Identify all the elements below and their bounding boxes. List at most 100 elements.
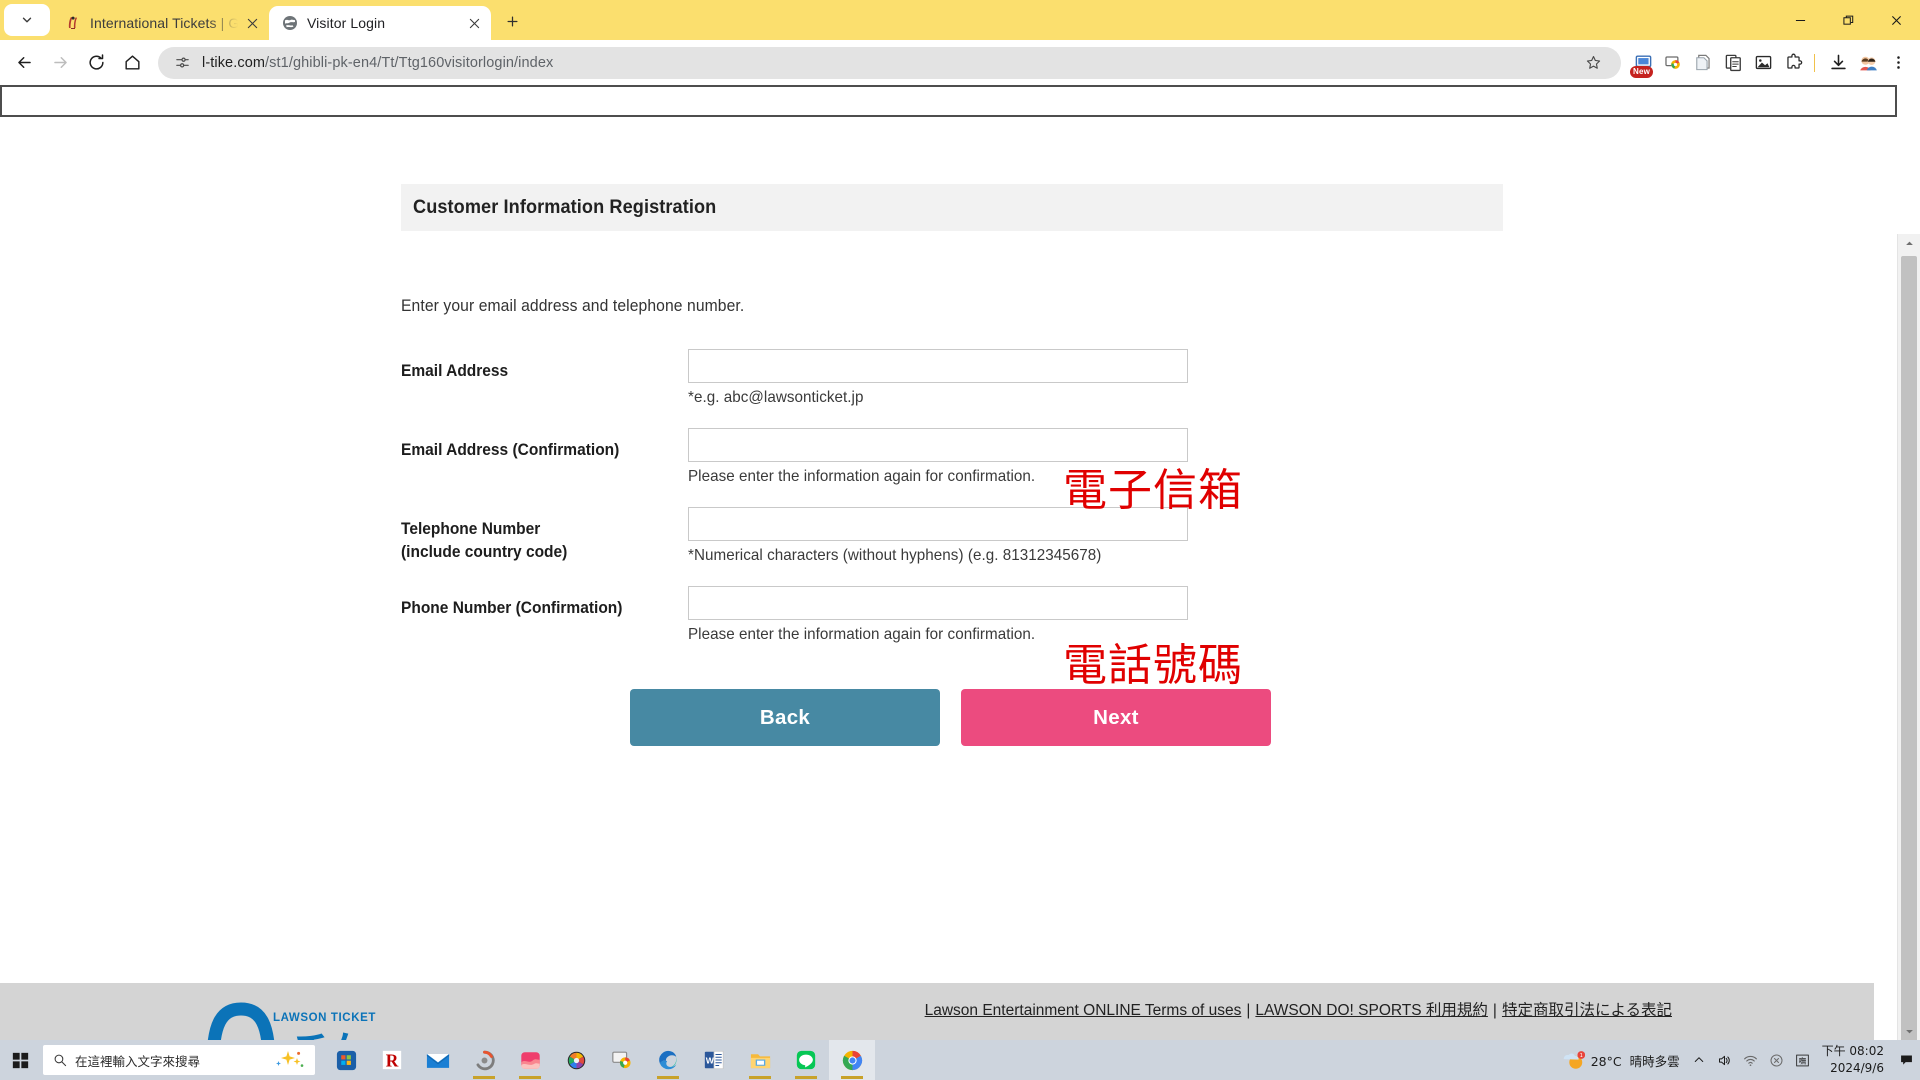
back-button[interactable] <box>8 47 40 79</box>
registration-form: Email Address *e.g. abc@lawsonticket.jp … <box>401 349 1503 746</box>
reload-button[interactable] <box>80 47 112 79</box>
profile-avatar-button[interactable] <box>1854 49 1882 77</box>
forward-button[interactable] <box>44 47 76 79</box>
weather-temp: 28°C <box>1590 1053 1622 1069</box>
taskbar-app-line[interactable] <box>783 1040 829 1080</box>
svg-text:嘸: 嘸 <box>1799 1055 1807 1065</box>
tab-international-tickets[interactable]: International Tickets | GHIBLI <box>52 6 269 40</box>
chrome-menu-button[interactable] <box>1884 49 1912 77</box>
taskbar-app-color-wheel[interactable] <box>553 1040 599 1080</box>
close-button[interactable] <box>1872 0 1920 40</box>
page-scrollbar[interactable] <box>1897 234 1920 1040</box>
field-col: Please enter the information again for c… <box>688 428 1503 486</box>
page-footer: LAWSON TICKET ーチケ Lawson Entertainment O… <box>0 983 1874 1040</box>
taskbar-app-microsoft-edge[interactable] <box>645 1040 691 1080</box>
chrome-cast-extension-button[interactable] <box>1659 49 1687 77</box>
image-extension-button[interactable] <box>1749 49 1777 77</box>
svg-text:R: R <box>386 1050 399 1070</box>
field-row-telephone-number: Telephone Number (include country code) … <box>401 507 1503 565</box>
gray-circle-app-icon <box>476 1050 495 1070</box>
intro-text: Enter your email address and telephone n… <box>401 297 745 315</box>
close-icon <box>469 18 479 28</box>
chrome-menu-icon <box>1896 56 1900 69</box>
taskbar-search-placeholder: 在這裡輸入文字來搜尋 <box>75 1053 201 1069</box>
taskbar-app-file-explorer[interactable] <box>737 1040 783 1080</box>
taskbar-app-google-chrome[interactable] <box>829 1040 875 1080</box>
action-button[interactable] <box>1764 1040 1790 1080</box>
image-extension-icon <box>1755 55 1771 70</box>
hint-email-address-confirmation: Please enter the information again for c… <box>688 468 1036 485</box>
weather-widget[interactable]: 1 28°C 晴時多雲 <box>1557 1050 1686 1071</box>
email-address-confirmation-input[interactable] <box>688 428 1188 462</box>
taskbar-app-chrome-window[interactable] <box>599 1040 645 1080</box>
taskbar-app-microsoft-word[interactable]: W <box>691 1040 737 1080</box>
scrollbar-thumb[interactable] <box>1901 256 1917 1040</box>
home-icon <box>124 55 140 70</box>
copy-extension-icon <box>1725 54 1741 72</box>
start-button[interactable] <box>0 1040 40 1080</box>
chrome-window-app-icon <box>612 1051 631 1069</box>
bookmark-bar[interactable] <box>0 85 1897 117</box>
notification-center-button[interactable] <box>1892 1040 1920 1080</box>
copy-extension-button[interactable] <box>1719 49 1747 77</box>
new-tab-button[interactable] <box>497 6 527 36</box>
back-button[interactable]: Back <box>630 689 940 746</box>
new-badge: New <box>1630 65 1654 78</box>
telephone-number-input[interactable] <box>688 507 1188 541</box>
pages-extension-button[interactable] <box>1689 49 1717 77</box>
next-button[interactable]: Next <box>961 689 1271 746</box>
windows-taskbar: 在這裡輸入文字來搜尋 R W 1 28°C 晴時多雲 嘸 下午 08:02 20… <box>0 1040 1920 1080</box>
browser-window: International Tickets | GHIBLI Visitor L… <box>0 0 1920 1040</box>
footer-separator: | <box>1492 1002 1497 1019</box>
footer-link-sports[interactable]: LAWSON DO! SPORTS 利用規約 <box>1255 1002 1488 1019</box>
address-bar[interactable]: l-tike.com/st1/ghibli-pk-en4/Tt/Ttg160vi… <box>158 46 1621 79</box>
system-tray: 1 28°C 晴時多雲 嘸 下午 08:02 2024/9/6 <box>1557 1040 1920 1080</box>
restore-button[interactable] <box>1824 0 1872 40</box>
bookmark-star-icon[interactable] <box>1579 49 1607 77</box>
tab-visitor-login[interactable]: Visitor Login <box>269 6 491 40</box>
clock-date: 2024/9/6 <box>1830 1061 1884 1075</box>
windows-start-icon <box>12 1052 28 1068</box>
ghibli-favicon <box>64 15 81 32</box>
tab-close-button[interactable] <box>241 12 263 34</box>
download-button[interactable] <box>1824 49 1852 77</box>
label-telephone-line2: (include country code) <box>401 543 568 562</box>
taskbar-app-microsoft-store[interactable] <box>323 1040 369 1080</box>
network-button[interactable] <box>1738 1040 1764 1080</box>
tab-search-button[interactable] <box>4 4 50 36</box>
minimize-button[interactable] <box>1776 0 1824 40</box>
taskbar-search-box[interactable]: 在這裡輸入文字來搜尋 <box>43 1045 315 1075</box>
chevron-down-icon <box>22 17 32 23</box>
microsoft-edge-icon <box>659 1050 677 1070</box>
email-address-input[interactable] <box>688 349 1188 383</box>
pages-extension-icon <box>1695 54 1710 71</box>
footer-link-tokutei[interactable]: 特定商取引法による表記 <box>1502 1002 1672 1019</box>
scroll-down-arrow[interactable] <box>1898 1022 1920 1040</box>
back-arrow-icon <box>17 56 31 69</box>
rakuten-icon: R <box>382 1050 402 1070</box>
mail-icon <box>426 1053 450 1068</box>
volume-button[interactable] <box>1712 1040 1738 1080</box>
footer-link-terms[interactable]: Lawson Entertainment ONLINE Terms of use… <box>925 1002 1242 1019</box>
taskbar-app-rakuten[interactable]: R <box>369 1040 415 1080</box>
plus-icon <box>507 16 517 26</box>
scroll-up-arrow[interactable] <box>1898 234 1920 252</box>
clock[interactable]: 下午 08:02 2024/9/6 <box>1816 1043 1892 1077</box>
taskbar-app-mail[interactable] <box>415 1040 461 1080</box>
svg-text:ーチケ: ーチケ <box>251 1029 371 1040</box>
cast-extension-icon <box>1664 56 1680 69</box>
tab-close-button[interactable] <box>463 12 485 34</box>
show-hidden-icons-button[interactable] <box>1686 1040 1712 1080</box>
new-badge-extension-button[interactable]: New <box>1629 49 1657 78</box>
puzzle-extensions-button[interactable] <box>1779 49 1807 77</box>
field-col: Please enter the information again for c… <box>688 586 1503 644</box>
page-info-icon[interactable] <box>172 53 192 73</box>
taskbar-app-gray-circle[interactable] <box>461 1040 507 1080</box>
ime-button[interactable]: 嘸 <box>1790 1040 1816 1080</box>
close-icon <box>1891 15 1901 25</box>
copilot-sparkle-icon <box>269 1049 307 1076</box>
home-button[interactable] <box>116 47 148 79</box>
taskbar-app-pink[interactable] <box>507 1040 553 1080</box>
phone-number-confirmation-input[interactable] <box>688 586 1188 620</box>
profile-avatar <box>1859 56 1877 71</box>
